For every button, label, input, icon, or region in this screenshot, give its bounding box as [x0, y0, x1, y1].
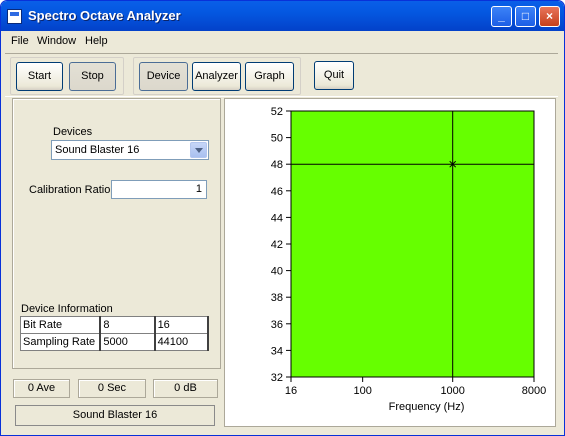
y-tick-label: 32	[271, 372, 283, 384]
app-icon	[7, 9, 22, 24]
stop-button[interactable]: Stop	[69, 62, 116, 91]
minimize-button[interactable]: _	[491, 6, 512, 27]
graph-button[interactable]: Graph	[245, 62, 294, 91]
menu-help[interactable]: Help	[85, 35, 108, 47]
chevron-down-icon[interactable]	[190, 142, 207, 158]
window-right-edge	[556, 98, 564, 427]
table-row: Bit Rate 8 16	[20, 316, 210, 334]
table-row: Sampling Rate 5000 44100	[20, 333, 210, 351]
table-cell: 8	[99, 316, 156, 334]
menu-file[interactable]: File	[11, 35, 29, 47]
x-tick-label: 8000	[522, 385, 546, 397]
y-tick-label: 50	[271, 133, 283, 145]
x-tick-label: 1000	[440, 385, 464, 397]
close-button[interactable]: ×	[539, 6, 560, 27]
devices-label: Devices	[53, 126, 93, 138]
table-cell: 44100	[154, 333, 210, 351]
menu-bar: File Window Help	[2, 32, 563, 51]
y-tick-label: 40	[271, 266, 283, 278]
y-tick-label: 52	[271, 106, 283, 118]
table-cell: Bit Rate	[20, 316, 102, 334]
chart-svg: 52 50 48 46 44 42 40 38 36 34 3216 100 1000 8000 Frequ…	[271, 106, 546, 413]
toolbar: Start Stop Device Analyzer Graph Quit	[5, 53, 558, 97]
y-tick-label: 38	[271, 292, 283, 304]
y-tick-label: 36	[271, 319, 283, 331]
status-average: 0 Ave	[13, 379, 70, 398]
device-info-table: Bit Rate 8 16 Sampling Rate 5000 44100	[20, 316, 210, 351]
device-info-label: Device Information	[21, 303, 113, 315]
run-button-group: Start Stop	[10, 57, 124, 95]
x-tick-label: 100	[353, 385, 371, 397]
status-seconds: 0 Sec	[78, 379, 146, 398]
y-tick-label: 34	[271, 345, 283, 357]
devices-select[interactable]: Sound Blaster 16	[51, 140, 209, 160]
calibration-ratio-input[interactable]: 1	[111, 180, 207, 199]
plot-area[interactable]	[290, 110, 535, 378]
title-bar[interactable]: Spectro Octave Analyzer _ □ ×	[1, 1, 564, 31]
table-cell: 5000	[99, 333, 156, 351]
status-decibels: 0 dB	[153, 379, 218, 398]
table-cell: 16	[154, 316, 210, 334]
start-button[interactable]: Start	[16, 62, 63, 91]
window-title: Spectro Octave Analyzer	[28, 8, 181, 23]
device-button[interactable]: Device	[139, 62, 188, 91]
analyzer-button[interactable]: Analyzer	[192, 62, 241, 91]
table-cell: Sampling Rate	[20, 333, 102, 351]
app-window: Spectro Octave Analyzer _ □ × File Windo…	[0, 0, 565, 436]
devices-selected-value: Sound Blaster 16	[55, 144, 140, 156]
x-axis-label: Frequency (Hz)	[389, 401, 465, 413]
y-tick-label: 42	[271, 239, 283, 251]
y-tick-label: 44	[271, 212, 283, 224]
y-tick-label: 48	[271, 159, 283, 171]
x-tick-label: 16	[285, 385, 297, 397]
calibration-label: Calibration Ratio	[29, 184, 111, 196]
device-name-bar: Sound Blaster 16	[15, 405, 215, 426]
maximize-button[interactable]: □	[515, 6, 536, 27]
spectrum-chart[interactable]: 52 50 48 46 44 42 40 38 36 34 32 16 100 1000 8000 Frequ…	[224, 98, 556, 427]
quit-button[interactable]: Quit	[314, 61, 354, 90]
y-tick-label: 46	[271, 186, 283, 198]
menu-window[interactable]: Window	[37, 35, 76, 47]
view-button-group: Device Analyzer Graph	[133, 57, 301, 95]
